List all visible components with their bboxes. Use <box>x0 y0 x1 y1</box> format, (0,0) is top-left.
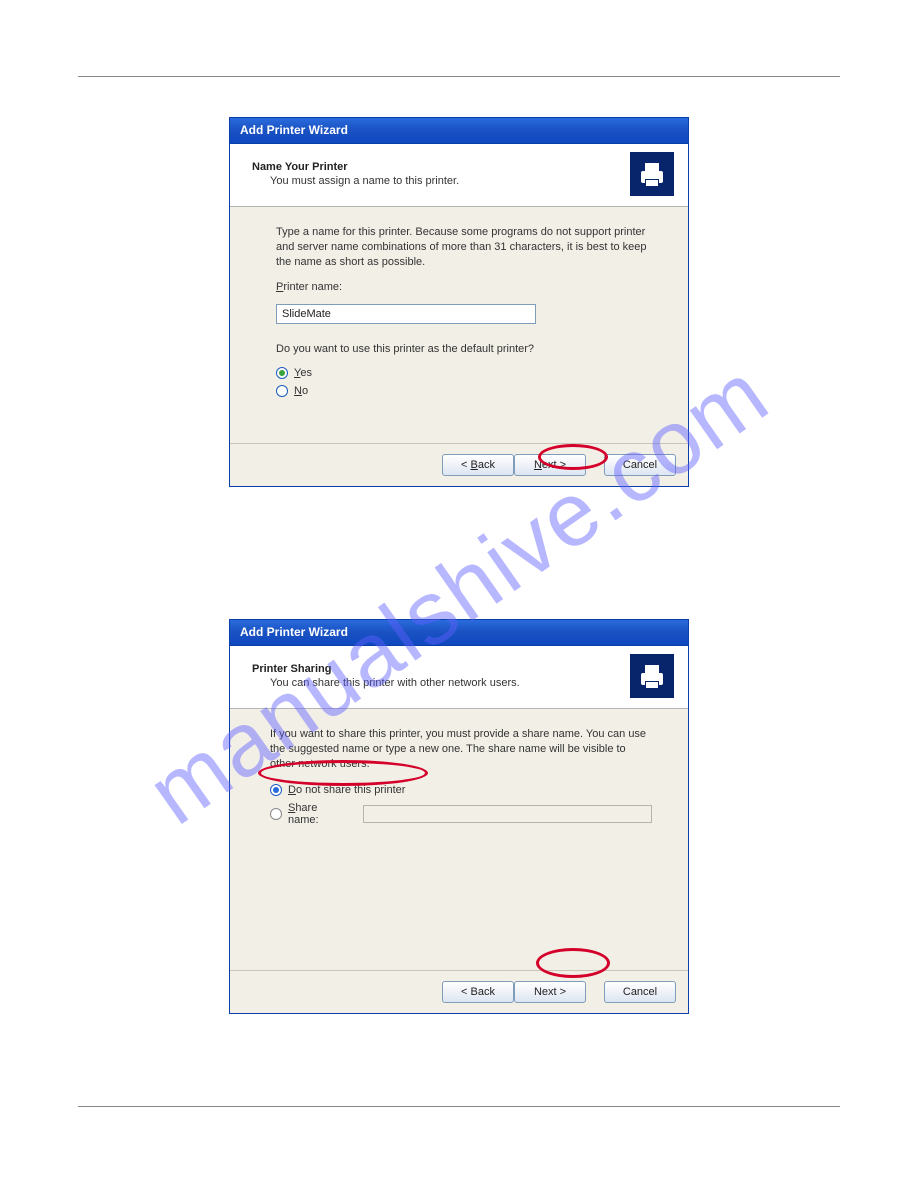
dialog-body: Type a name for this printer. Because so… <box>230 207 688 443</box>
cancel-button[interactable]: Cancel <box>604 454 676 476</box>
radio-share-name-label: Share name: <box>288 802 351 826</box>
dialog-printer-sharing: Add Printer Wizard Printer Sharing You c… <box>229 619 689 1014</box>
dialog-name-your-printer: Add Printer Wizard Name Your Printer You… <box>229 117 689 487</box>
titlebar: Add Printer Wizard <box>230 118 688 144</box>
dialog-subheading: You can share this printer with other ne… <box>270 677 520 689</box>
page-rule-bottom <box>78 1106 840 1107</box>
header-text: Name Your Printer You must assign a name… <box>252 161 459 187</box>
body-description: Type a name for this printer. Because so… <box>276 225 652 270</box>
printer-icon <box>630 654 674 698</box>
dialog-subheading: You must assign a name to this printer. <box>270 175 459 187</box>
printer-name-input[interactable] <box>276 304 536 324</box>
back-button[interactable]: < Back <box>442 454 514 476</box>
titlebar: Add Printer Wizard <box>230 620 688 646</box>
cancel-button[interactable]: Cancel <box>604 981 676 1003</box>
button-bar: < Back Next > Cancel <box>230 970 688 1013</box>
radio-icon <box>276 367 288 379</box>
radio-no[interactable]: No <box>276 385 652 397</box>
page-rule-top <box>78 76 840 77</box>
header-text: Printer Sharing You can share this print… <box>252 663 520 689</box>
radio-do-not-share-label: Do not share this printer <box>288 784 405 796</box>
dialog-heading: Printer Sharing <box>252 663 520 675</box>
dialog-header: Printer Sharing You can share this print… <box>230 646 688 709</box>
button-bar: < Back Next > Cancel <box>230 443 688 486</box>
back-button[interactable]: < Back <box>442 981 514 1003</box>
radio-no-label: No <box>294 385 308 397</box>
radio-icon <box>276 385 288 397</box>
printer-icon <box>630 152 674 196</box>
next-button[interactable]: Next > <box>514 981 586 1003</box>
radio-icon <box>270 808 282 820</box>
radio-yes[interactable]: Yes <box>276 367 652 379</box>
share-name-input <box>363 805 652 823</box>
radio-share-name[interactable]: Share name: <box>270 802 652 826</box>
dialog-header: Name Your Printer You must assign a name… <box>230 144 688 207</box>
body-description: If you want to share this printer, you m… <box>270 727 652 772</box>
radio-icon <box>270 784 282 796</box>
next-button[interactable]: Next > <box>514 454 586 476</box>
radio-yes-label: Yes <box>294 367 312 379</box>
printer-name-label: Printer name: <box>276 280 652 295</box>
radio-do-not-share[interactable]: Do not share this printer <box>270 784 652 796</box>
default-printer-question: Do you want to use this printer as the d… <box>276 342 652 357</box>
dialog-body: If you want to share this printer, you m… <box>230 709 688 970</box>
dialog-heading: Name Your Printer <box>252 161 459 173</box>
